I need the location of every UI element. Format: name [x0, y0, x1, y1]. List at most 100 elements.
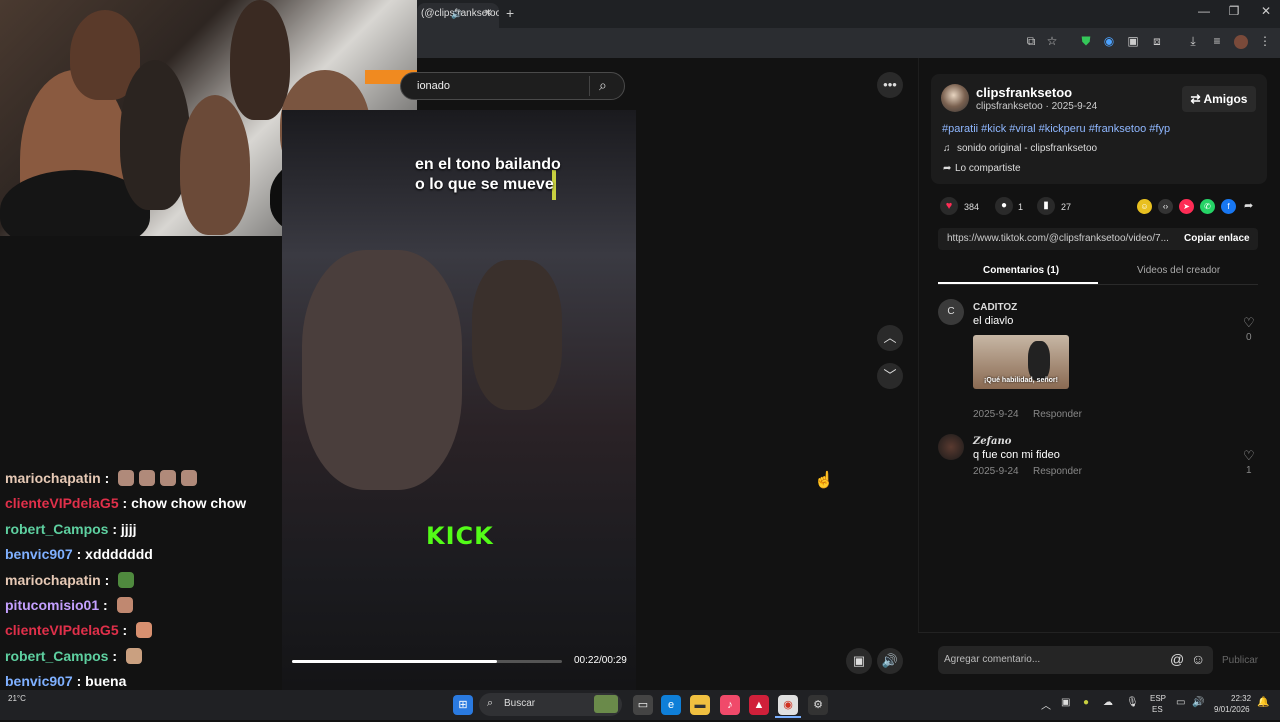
publish-button[interactable]: Publicar	[1222, 655, 1258, 666]
comment-like-icon[interactable]: ♡	[1243, 315, 1255, 331]
share-friends-icon[interactable]: ☺	[1137, 199, 1152, 214]
task-view-icon[interactable]: ▭	[633, 695, 653, 715]
chat-separator: :	[108, 520, 121, 537]
app-icon[interactable]: ⚙	[808, 695, 828, 715]
more-options-button[interactable]: •••	[877, 72, 903, 98]
window-minimize-button[interactable]: —	[1192, 4, 1216, 18]
save-count: 27	[1061, 202, 1072, 212]
window-restore-button[interactable]: ❐	[1222, 4, 1246, 18]
chat-emote-icon	[118, 571, 135, 588]
search-box[interactable]: ionado ⌕	[400, 72, 625, 100]
volume-button[interactable]: 🔊	[877, 648, 903, 674]
webcam-person	[230, 0, 290, 120]
tray-chevron-icon[interactable]: ︿	[1041, 697, 1051, 712]
video-player[interactable]	[282, 110, 636, 690]
search-input[interactable]: ionado	[417, 80, 450, 92]
tray-app-icon[interactable]: ●	[1083, 697, 1089, 708]
embed-code-icon[interactable]: ‹›	[1158, 199, 1173, 214]
media-control-icon[interactable]: ≡	[1208, 34, 1226, 48]
language-top[interactable]: ESP	[1150, 694, 1166, 703]
cloud-icon[interactable]: ☁	[1103, 697, 1113, 708]
sound-label[interactable]: sonido original - clipsfranksetoo	[957, 143, 1097, 154]
reply-button[interactable]: Responder	[1033, 466, 1082, 477]
extension-icon[interactable]: ◉	[1100, 34, 1118, 48]
extension-square-icon[interactable]: ▣	[1124, 34, 1142, 48]
tab-close-icon[interactable]: ✕	[484, 8, 492, 19]
windows-start-icon[interactable]: ⊞	[453, 695, 473, 715]
search-icon[interactable]: ⌕	[599, 77, 607, 94]
video-time: 00:22/00:29	[574, 655, 627, 666]
previous-video-button[interactable]: ︿	[877, 325, 903, 351]
profile-avatar[interactable]	[1234, 35, 1248, 49]
mini-player-button[interactable]: ▣	[846, 648, 872, 674]
cast-icon[interactable]: ⧉	[1022, 34, 1040, 49]
chat-separator: :	[118, 622, 132, 639]
music-app-icon[interactable]: ♪	[720, 695, 740, 715]
chat-username[interactable]: mariochapatin	[5, 470, 101, 486]
mention-icon[interactable]: @	[1170, 651, 1184, 667]
window-close-button[interactable]: ✕	[1254, 4, 1278, 18]
chat-emote-icon	[160, 470, 177, 486]
notification-icon[interactable]: 🔔	[1257, 697, 1269, 708]
file-explorer-icon[interactable]: ▬	[690, 695, 710, 715]
tray-app-icon[interactable]: ▣	[1061, 697, 1070, 708]
clock-date[interactable]: 9/01/2026	[1214, 705, 1250, 714]
clock-time[interactable]: 22:32	[1231, 694, 1251, 703]
chat-username[interactable]: benvic907	[5, 673, 73, 689]
tab-creator-videos[interactable]: Videos del creador	[1137, 265, 1220, 276]
comment-like-icon[interactable]: ♡	[1243, 448, 1255, 464]
tab-comments[interactable]: Comentarios (1)	[983, 265, 1059, 276]
chat-username[interactable]: mariochapatin	[5, 572, 101, 588]
copy-link-button[interactable]: Copiar enlace	[1184, 233, 1250, 244]
bookmark-icon[interactable]: ▮	[1037, 197, 1055, 215]
language-bottom[interactable]: ES	[1152, 705, 1163, 714]
comment-author[interactable]: CADITOZ	[973, 302, 1017, 313]
music-note-icon: ♫	[943, 143, 951, 154]
comment-input[interactable]: Agregar comentario... @ ☺	[938, 646, 1213, 674]
video-progress-bar[interactable]	[292, 660, 562, 663]
chat-username[interactable]: robert_Campos	[5, 521, 108, 537]
send-icon[interactable]: ➤	[1179, 199, 1194, 214]
comment-avatar[interactable]: C	[938, 299, 964, 325]
new-tab-button[interactable]: +	[506, 5, 514, 21]
stream-chat: mariochapatin : clienteVIPdelaG5 : chow …	[5, 468, 285, 722]
facebook-icon[interactable]: f	[1221, 199, 1236, 214]
share-icon[interactable]: ➦	[1244, 199, 1253, 212]
comment-avatar[interactable]	[938, 434, 964, 460]
bookmark-star-icon[interactable]: ☆	[1043, 34, 1061, 48]
reply-button[interactable]: Responder	[1033, 409, 1082, 420]
video-link[interactable]: https://www.tiktok.com/@clipsfranksetoo/…	[947, 233, 1169, 244]
comment-gif[interactable]: ¡Qué habilidad, señor!	[973, 335, 1069, 389]
author-meta: clipsfranksetoo · 2025-9-24	[976, 101, 1098, 112]
edge-icon[interactable]: e	[661, 695, 681, 715]
chat-message: mariochapatin :	[5, 468, 285, 493]
microphone-icon[interactable]: 🎙	[1126, 697, 1139, 708]
next-video-button[interactable]: ﹀	[877, 363, 903, 389]
chrome-icon[interactable]: ◉	[778, 695, 798, 715]
taskbar-search[interactable]: ⌕ Buscar	[479, 693, 622, 716]
browser-menu-icon[interactable]: ⋮	[1256, 34, 1274, 48]
chat-username[interactable]: pitucomisio01	[5, 597, 99, 613]
comment-icon[interactable]: ●	[995, 197, 1013, 215]
shield-extension-icon[interactable]: ⛊	[1077, 34, 1095, 49]
chat-username[interactable]: robert_Campos	[5, 648, 108, 664]
chat-username[interactable]: benvic907	[5, 546, 73, 562]
hashtags[interactable]: #paratii #kick #viral #kickperu #frankse…	[942, 123, 1170, 135]
weather-temp[interactable]: 21°C	[8, 694, 26, 703]
chat-username[interactable]: clienteVIPdelaG5	[5, 495, 119, 511]
speaker-icon[interactable]: 🔊	[1192, 697, 1204, 708]
whatsapp-icon[interactable]: ✆	[1200, 199, 1215, 214]
tab-audio-icon[interactable]: 🔊	[451, 9, 462, 20]
author-name[interactable]: clipsfranksetoo	[976, 85, 1072, 100]
comment-author[interactable]: Zefano	[973, 436, 1011, 447]
extensions-puzzle-icon[interactable]: ⧈	[1148, 34, 1166, 49]
network-icon[interactable]: ▭	[1176, 697, 1185, 708]
download-icon[interactable]: ⤓	[1184, 34, 1202, 49]
author-avatar[interactable]	[941, 84, 969, 112]
media-app-icon[interactable]: ▲	[749, 695, 769, 715]
friends-button[interactable]: ⇄ Amigos	[1182, 86, 1256, 112]
emoji-icon[interactable]: ☺	[1191, 651, 1205, 667]
like-icon[interactable]: ♥	[940, 197, 958, 215]
video-caption-line: en el tono bailando	[415, 156, 561, 173]
chat-username[interactable]: clienteVIPdelaG5	[5, 622, 119, 638]
